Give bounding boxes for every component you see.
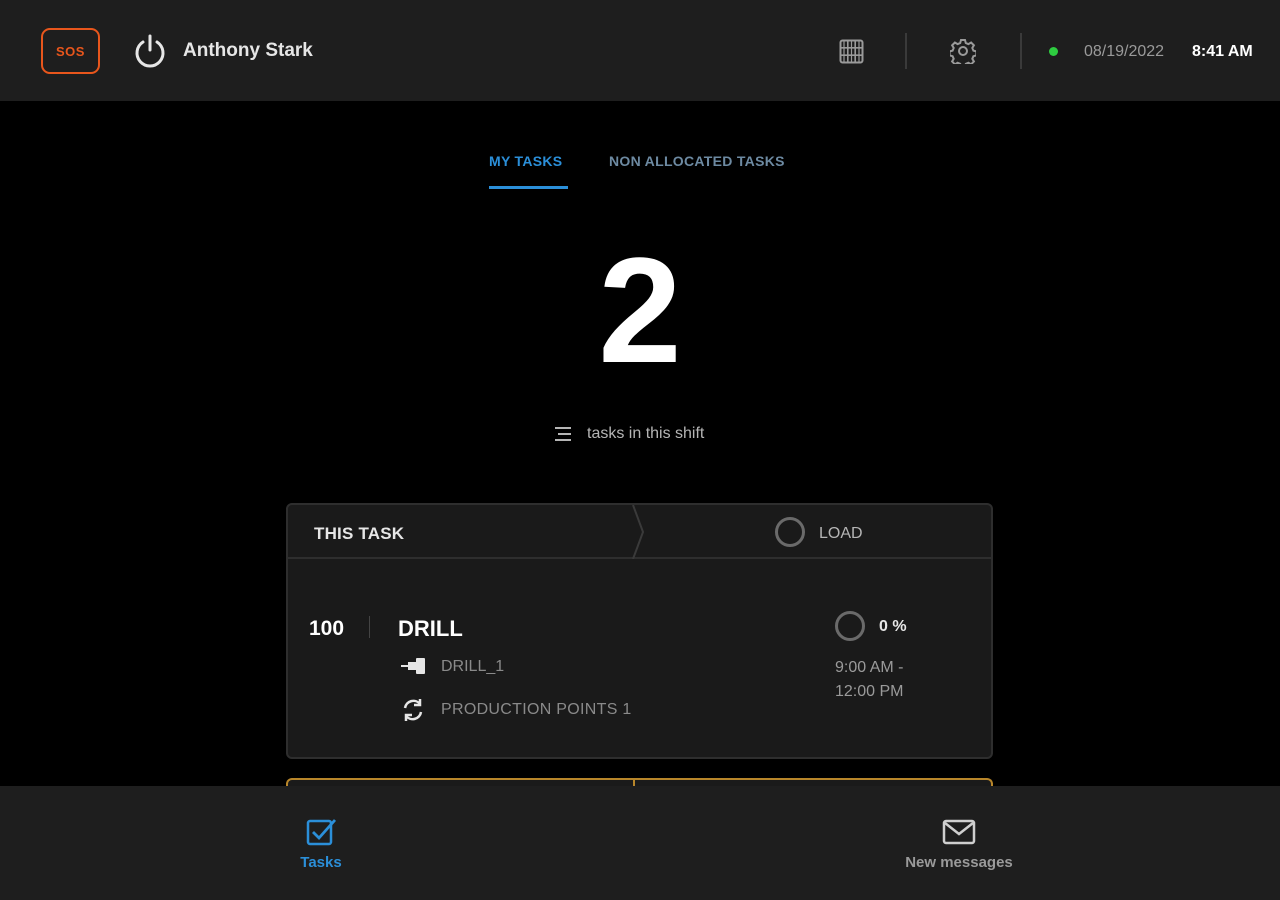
task-name: DRILL: [398, 616, 463, 641]
power-icon[interactable]: [132, 33, 168, 69]
keypad-icon[interactable]: [839, 39, 864, 64]
task-number: 100: [309, 617, 345, 640]
nav-tasks-label: Tasks: [300, 854, 342, 871]
user-name: Anthony Stark: [183, 40, 313, 61]
header-divider: [1020, 33, 1022, 69]
connection-status-indicator: [1049, 47, 1058, 56]
production-points: PRODUCTION POINTS 1: [441, 701, 632, 718]
progress-circle-icon: [835, 611, 865, 641]
active-tab-indicator: [489, 186, 568, 189]
task-card[interactable]: THIS TASK LOAD 100 DRILL DRILL_1 PRODUCT…: [286, 503, 993, 759]
load-status-icon[interactable]: [775, 517, 805, 547]
list-icon: [555, 427, 571, 441]
progress-percent: 0 %: [879, 618, 907, 635]
sync-icon: [403, 699, 423, 721]
task-card-title: THIS TASK: [314, 524, 405, 543]
chevron-separator: [632, 505, 645, 559]
task-checkbox-icon: [306, 819, 337, 846]
task-number-divider: [369, 616, 370, 638]
gear-icon[interactable]: [950, 38, 976, 64]
tab-non-allocated-tasks[interactable]: NON ALLOCATED TASKS: [609, 153, 785, 169]
task-count-label: tasks in this shift: [587, 425, 705, 442]
machine-name: DRILL_1: [441, 658, 505, 675]
current-time: 8:41 AM: [1192, 43, 1253, 60]
drill-machine-icon: [401, 658, 425, 674]
header-divider: [905, 33, 907, 69]
top-bar: SOS Anthony Stark 08/19/2022 8:41 AM: [0, 0, 1280, 101]
envelope-icon: [942, 819, 976, 845]
nav-messages[interactable]: New messages: [880, 816, 1038, 871]
tab-my-tasks[interactable]: MY TASKS: [489, 153, 562, 169]
task-end-time: 12:00 PM: [835, 683, 904, 700]
bottom-navigation: Tasks New messages: [0, 786, 1280, 900]
task-time-range: 9:00 AM - 12:00 PM: [835, 656, 903, 704]
load-label[interactable]: LOAD: [819, 525, 863, 543]
task-card-header: THIS TASK LOAD: [288, 505, 991, 559]
task-start-time: 9:00 AM -: [835, 659, 904, 676]
sos-button[interactable]: SOS: [41, 28, 100, 74]
nav-messages-label: New messages: [905, 854, 1013, 871]
task-count: 2: [598, 226, 682, 394]
current-date: 08/19/2022: [1084, 43, 1165, 60]
nav-tasks[interactable]: Tasks: [281, 816, 361, 871]
task-count-caption: tasks in this shift: [553, 424, 704, 444]
